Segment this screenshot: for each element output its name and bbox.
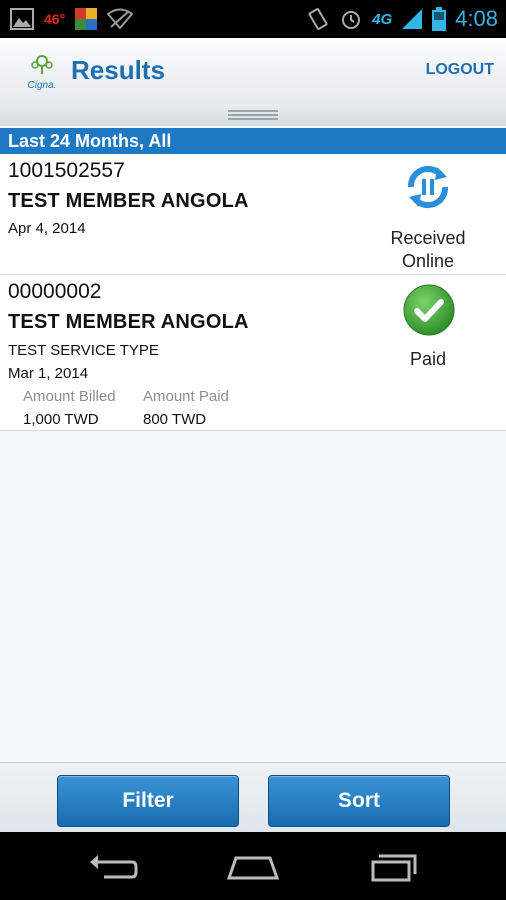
cigna-logo-icon: Cigna. xyxy=(28,55,57,91)
amount-billed-value: 1,000 TWD xyxy=(23,411,99,428)
wifi-off-icon xyxy=(107,8,134,30)
amount-paid-label: Amount Paid xyxy=(143,388,229,405)
claim-status-line1: Paid xyxy=(409,349,447,369)
checkmark-icon xyxy=(403,284,455,336)
claim-number: 1001502557 xyxy=(8,159,125,182)
signal-icon xyxy=(402,9,423,29)
amount-billed-label: Amount Billed xyxy=(23,388,116,405)
claim-number: 00000002 xyxy=(8,280,102,303)
app-notification-icon xyxy=(75,8,98,30)
claim-row[interactable]: 00000002 TEST MEMBER ANGOLA TEST SERVICE… xyxy=(0,275,506,431)
recent-apps-icon[interactable] xyxy=(367,850,421,882)
alarm-icon xyxy=(342,11,361,29)
service-type: TEST SERVICE TYPE xyxy=(8,342,159,359)
claims-list[interactable]: 1001502557 TEST MEMBER ANGOLA Apr 4, 201… xyxy=(0,154,506,762)
app-header: Cigna. Results LOGOUT xyxy=(0,38,506,105)
page-title: Results xyxy=(71,55,165,85)
results-filter-summary: Last 24 Months, All xyxy=(0,128,506,154)
weather-temperature: 46° xyxy=(44,11,66,27)
drag-handle-icon[interactable] xyxy=(228,108,278,122)
clock: 4:08 xyxy=(455,6,498,31)
sort-button[interactable]: Sort xyxy=(268,775,450,827)
logo-text: Cigna. xyxy=(28,80,57,91)
claim-date: Mar 1, 2014 xyxy=(8,365,89,382)
amount-paid-value: 800 TWD xyxy=(143,411,207,428)
status-bar: 46° 4G 4:08 xyxy=(0,0,506,38)
back-icon[interactable] xyxy=(86,850,140,882)
claim-status-line1: Received xyxy=(390,228,466,248)
filter-button[interactable]: Filter xyxy=(57,775,239,827)
claim-date: Apr 4, 2014 xyxy=(8,220,86,237)
logout-button[interactable]: LOGOUT xyxy=(426,61,494,79)
pull-handle-bar[interactable] xyxy=(0,104,506,126)
sync-icon xyxy=(407,165,449,209)
claim-status-line2: Online xyxy=(401,251,455,271)
vibrate-icon xyxy=(308,8,328,30)
member-name: TEST MEMBER ANGOLA xyxy=(8,311,249,333)
bottom-toolbar: Filter Sort xyxy=(0,762,506,833)
battery-icon xyxy=(432,7,447,31)
member-name: TEST MEMBER ANGOLA xyxy=(8,190,249,212)
network-type: 4G xyxy=(372,10,393,28)
home-icon[interactable] xyxy=(226,850,280,882)
claim-row[interactable]: 1001502557 TEST MEMBER ANGOLA Apr 4, 201… xyxy=(0,154,506,275)
gallery-icon xyxy=(10,8,34,30)
system-nav-bar xyxy=(0,832,506,900)
